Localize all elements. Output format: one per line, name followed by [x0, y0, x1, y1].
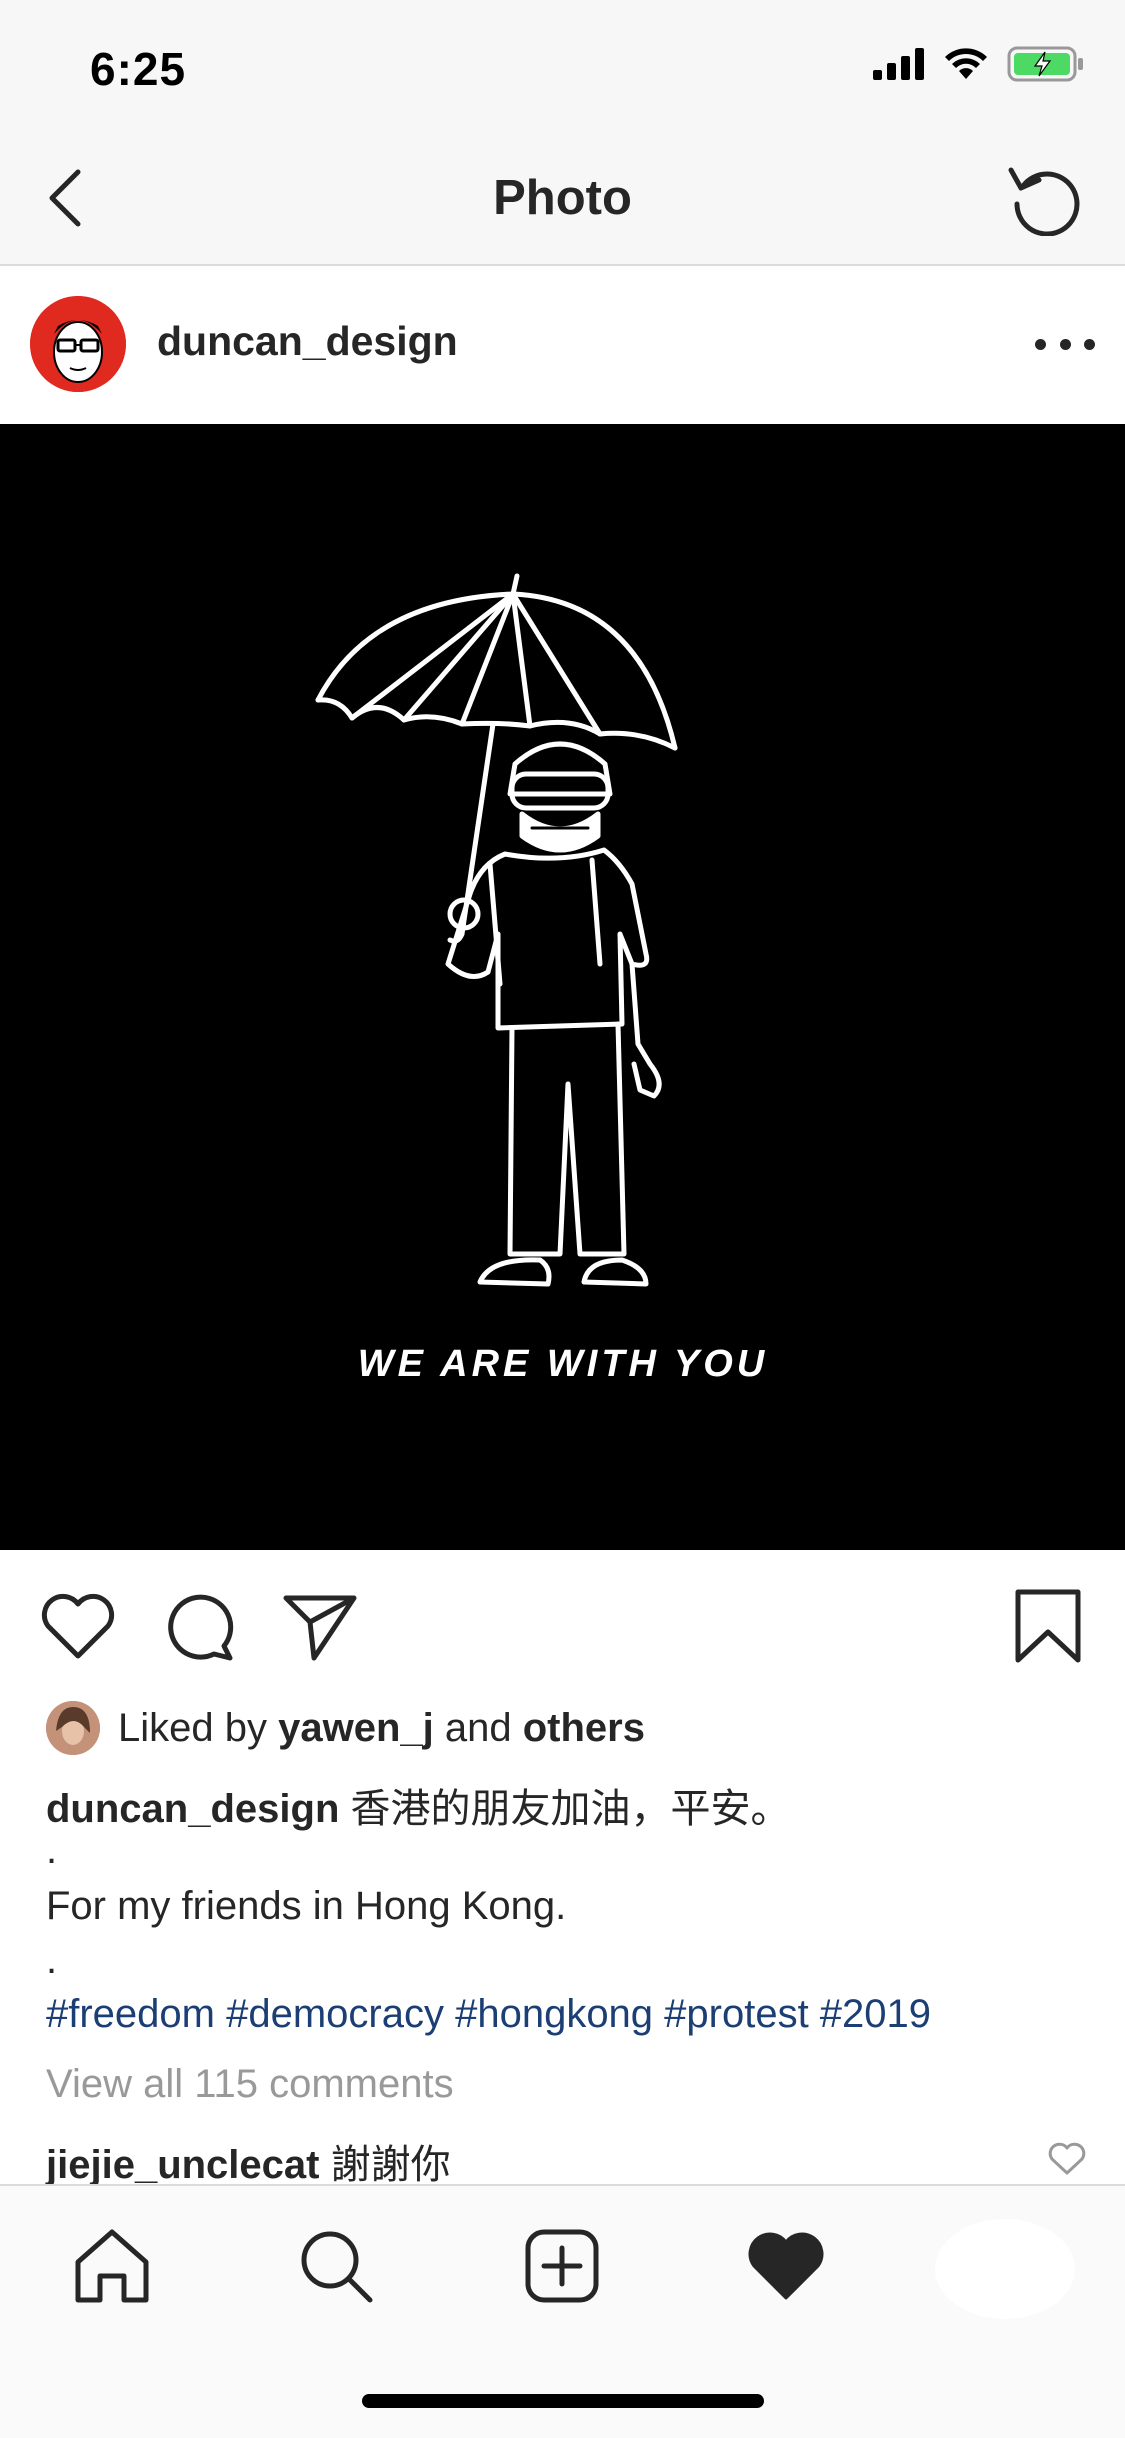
post-content: Liked by yawen_j and others duncan_desig… — [0, 1700, 1125, 2187]
heart-icon[interactable] — [38, 1586, 118, 1666]
liked-by-user[interactable]: yawen_j — [278, 1706, 434, 1751]
post-image[interactable]: WE ARE WITH YOU — [0, 424, 1125, 1550]
comment-username[interactable]: jiejie_unclecat — [46, 2143, 319, 2187]
more-options-icon[interactable] — [1035, 324, 1095, 364]
comment-text: 謝謝你 — [319, 2143, 451, 2187]
liker-avatar[interactable] — [46, 1701, 100, 1755]
post-username[interactable]: duncan_design — [157, 318, 458, 365]
caption-line: duncan_design 香港的朋友加油，平安。 — [46, 1776, 791, 1834]
liked-by-prefix: Liked by — [118, 1705, 279, 1750]
comment-icon[interactable] — [160, 1586, 240, 1666]
home-indicator[interactable] — [362, 2394, 764, 2408]
caption-hashtags[interactable]: #freedom #democracy #hongkong #protest #… — [46, 1992, 931, 2037]
caption-dot-2: . — [46, 1938, 58, 1982]
liked-by-and: and — [433, 1705, 523, 1750]
home-icon[interactable] — [72, 2226, 152, 2306]
heart-filled-icon[interactable] — [746, 2226, 826, 2306]
signal-icon — [873, 48, 924, 80]
caption-username[interactable]: duncan_design — [46, 1787, 339, 1831]
status-bar: 6:25 — [0, 0, 1125, 132]
profile-icon[interactable] — [930, 2214, 1080, 2324]
add-post-icon[interactable] — [522, 2226, 602, 2306]
caption-line-2: For my friends in Hong Kong. — [46, 1884, 567, 1928]
comment-row: jiejie_unclecat 謝謝你 — [46, 2132, 451, 2190]
nav-bar: Photo — [0, 132, 1125, 266]
view-all-comments-link[interactable]: View all 115 comments — [46, 2062, 454, 2107]
battery-charging-icon — [1007, 46, 1083, 82]
status-time: 6:25 — [90, 43, 187, 95]
post-actions — [0, 1550, 1125, 1700]
liked-by-others[interactable]: others — [523, 1706, 645, 1751]
page-title: Photo — [493, 171, 632, 225]
protester-illustration: WE ARE WITH YOU — [315, 573, 768, 1385]
search-icon[interactable] — [296, 2226, 376, 2306]
post-header: duncan_design — [0, 266, 1125, 424]
avatar-face-illustration — [30, 296, 126, 392]
wifi-icon — [945, 48, 987, 79]
caption-text: 香港的朋友加油，平安。 — [339, 1787, 791, 1831]
likes-row[interactable]: Liked by yawen_j and others — [46, 1701, 645, 1755]
caption-dot-1: . — [46, 1828, 58, 1872]
bookmark-icon[interactable] — [1008, 1586, 1088, 1666]
avatar[interactable] — [30, 296, 126, 392]
refresh-icon[interactable] — [1005, 156, 1085, 236]
image-caption-text: WE ARE WITH YOU — [358, 1343, 768, 1385]
comment-like-icon[interactable] — [1047, 2140, 1087, 2176]
share-icon[interactable] — [280, 1586, 360, 1666]
